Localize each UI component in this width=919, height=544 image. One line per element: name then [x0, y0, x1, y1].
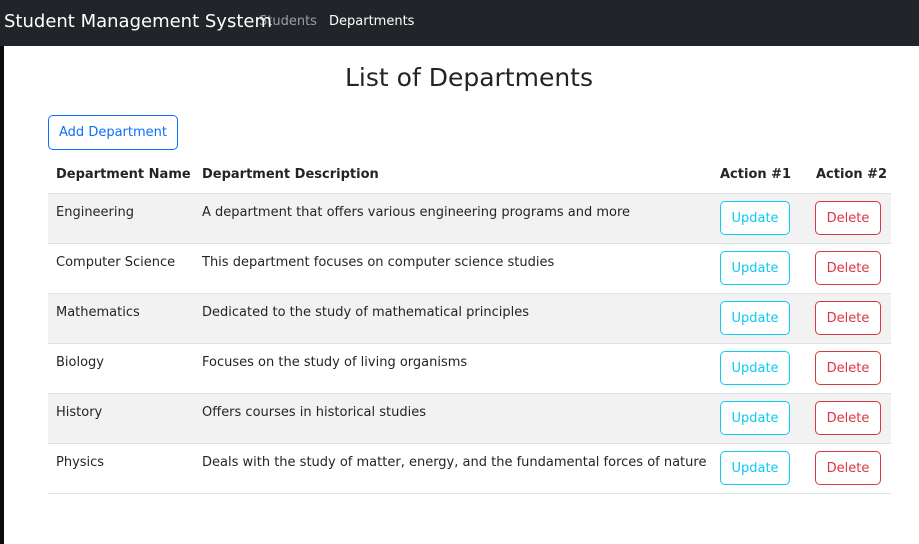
delete-button[interactable]: Delete — [815, 401, 881, 435]
navbar: Student Management System Students Depar… — [0, 0, 919, 46]
update-button[interactable]: Update — [720, 201, 790, 235]
table-row: Physics Deals with the study of matter, e… — [48, 444, 891, 494]
update-button[interactable]: Update — [720, 451, 790, 485]
add-department-button[interactable]: Add Department — [48, 115, 178, 150]
header-department-name: Department Name — [56, 167, 191, 182]
department-name-cell: Engineering — [56, 205, 134, 220]
navbar-brand[interactable]: Student Management System — [4, 10, 272, 34]
department-name-cell: Mathematics — [56, 305, 140, 320]
delete-button[interactable]: Delete — [815, 301, 881, 335]
nav-link-students[interactable]: Students — [259, 13, 317, 31]
header-department-description: Department Description — [202, 167, 379, 182]
departments-table: Department Name Department Description A… — [48, 156, 891, 494]
delete-button[interactable]: Delete — [815, 201, 881, 235]
table-row: Engineering A department that offers vari… — [48, 194, 891, 244]
delete-button[interactable]: Delete — [815, 351, 881, 385]
update-button[interactable]: Update — [720, 351, 790, 385]
department-description-cell: Offers courses in historical studies — [202, 405, 427, 420]
department-description-cell: This department focuses on computer scie… — [202, 255, 555, 270]
header-action-1: Action #1 — [720, 167, 792, 182]
table-row: Computer Science This department focuses … — [48, 244, 891, 294]
delete-button[interactable]: Delete — [815, 451, 881, 485]
department-description-cell: A department that offers various enginee… — [202, 205, 631, 220]
update-button[interactable]: Update — [720, 401, 790, 435]
department-description-cell: Deals with the study of matter, energy, … — [202, 455, 707, 470]
table-row: Biology Focuses on the study of living or… — [48, 344, 891, 394]
department-name-cell: Biology — [56, 355, 104, 370]
page-title: List of Departments — [345, 63, 593, 92]
table-row: Mathematics Dedicated to the study of mat… — [48, 294, 891, 344]
table-header-row: Department Name Department Description A… — [48, 156, 891, 194]
department-description-cell: Dedicated to the study of mathematical p… — [202, 305, 529, 320]
update-button[interactable]: Update — [720, 301, 790, 335]
header-action-2: Action #2 — [816, 167, 888, 182]
table-body: Engineering A department that offers vari… — [48, 194, 891, 494]
nav-link-departments[interactable]: Departments — [329, 13, 414, 31]
update-button[interactable]: Update — [720, 251, 790, 285]
delete-button[interactable]: Delete — [815, 251, 881, 285]
department-name-cell: History — [56, 405, 103, 420]
department-name-cell: Physics — [56, 455, 105, 470]
department-description-cell: Focuses on the study of living organisms — [202, 355, 468, 370]
table-row: History Offers courses in historical stud… — [48, 394, 891, 444]
department-name-cell: Computer Science — [56, 255, 176, 270]
